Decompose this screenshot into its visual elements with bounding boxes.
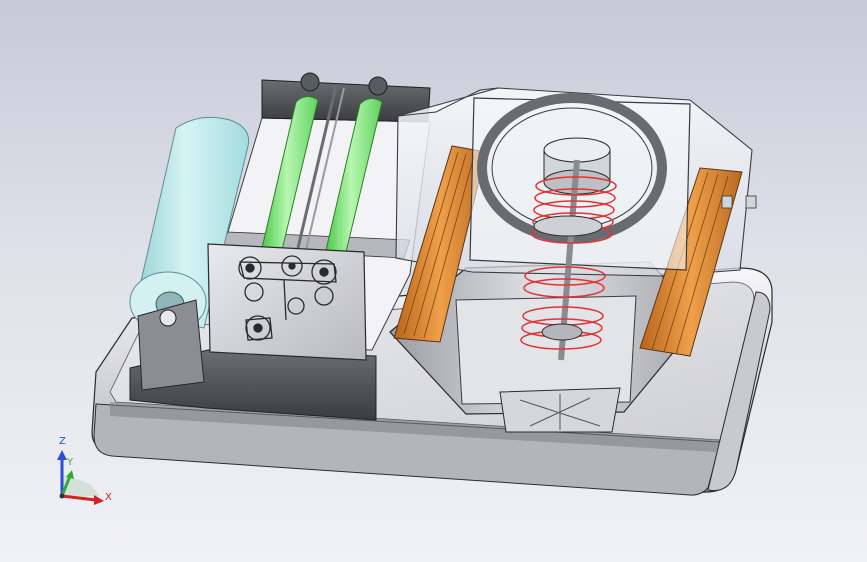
tray-tab-2 (745, 195, 757, 209)
upper-drum-top (543, 137, 611, 163)
axis-triad: Z Y X (46, 436, 118, 514)
rear-gear-right (368, 76, 388, 96)
gearbox-side-plate (207, 243, 367, 361)
chamber-front-face (455, 295, 637, 405)
roll-bracket-hub (159, 309, 177, 327)
middle-hub (533, 215, 603, 237)
y-axis-label: Y (67, 457, 74, 468)
z-axis-label: Z (59, 436, 66, 447)
lower-hub (541, 323, 583, 341)
x-axis-label: X (105, 492, 112, 503)
tray-tab-1 (721, 195, 733, 209)
machine-assembly-model (91, 72, 773, 496)
rear-gear-left (300, 72, 320, 92)
cad-viewport[interactable]: Z Y X (0, 0, 867, 562)
axis-triad-graphic (57, 450, 104, 505)
z-arrow-icon (57, 450, 67, 460)
x-axis-icon (61, 494, 97, 502)
triad-origin (59, 493, 65, 499)
x-arrow-icon (94, 495, 104, 505)
